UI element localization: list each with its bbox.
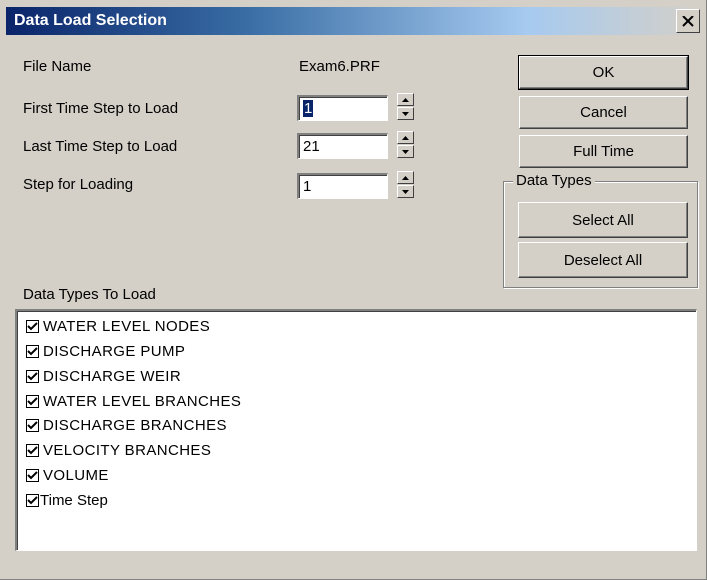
window-title: Data Load Selection	[14, 12, 167, 29]
close-icon	[682, 15, 694, 27]
arrow-up-icon	[402, 175, 409, 180]
checkmark-icon	[27, 420, 38, 429]
list-item-velocity-branches[interactable]: VELOCITY BRANCHES	[26, 440, 211, 460]
step-for-loading-input[interactable]: 1	[297, 173, 388, 199]
list-item-time-step[interactable]: Time Step	[26, 490, 108, 510]
checkbox[interactable]	[26, 394, 39, 408]
first-time-step-spin-down[interactable]	[397, 107, 414, 120]
step-for-loading-spin-down[interactable]	[397, 185, 414, 198]
checkmark-icon	[27, 346, 38, 355]
full-time-button[interactable]: Full Time	[519, 135, 688, 168]
deselect-all-button[interactable]: Deselect All	[518, 242, 688, 278]
checkmark-icon	[27, 396, 38, 405]
checkmark-icon	[27, 470, 38, 479]
checkmark-icon	[27, 321, 38, 330]
list-item-discharge-pump[interactable]: DISCHARGE PUMP	[26, 341, 185, 361]
list-item-water-level-nodes[interactable]: WATER LEVEL NODES	[26, 316, 210, 336]
data-types-to-load-label: Data Types To Load	[23, 286, 156, 303]
file-name-label: File Name	[23, 58, 92, 75]
last-time-step-spin-down[interactable]	[397, 145, 414, 158]
arrow-down-icon	[402, 111, 409, 116]
checkbox[interactable]	[26, 319, 39, 333]
data-types-group-title: Data Types	[513, 172, 595, 189]
ok-button[interactable]: OK	[518, 55, 689, 90]
checkbox[interactable]	[26, 468, 39, 482]
list-item-discharge-weir[interactable]: DISCHARGE WEIR	[26, 366, 181, 386]
select-all-button[interactable]: Select All	[518, 202, 688, 238]
data-load-selection-dialog: Data Load Selection File Name Exam6.PRF …	[0, 0, 707, 580]
close-button[interactable]	[676, 9, 700, 33]
arrow-down-icon	[402, 149, 409, 154]
list-item-volume[interactable]: VOLUME	[26, 465, 109, 485]
cancel-button[interactable]: Cancel	[519, 96, 688, 129]
data-types-listbox[interactable]: WATER LEVEL NODES DISCHARGE PUMP DISCHAR…	[15, 309, 697, 551]
step-for-loading-label: Step for Loading	[23, 176, 134, 193]
file-name-value: Exam6.PRF	[299, 58, 380, 75]
last-time-step-spin-up[interactable]	[397, 131, 414, 144]
arrow-down-icon	[402, 189, 409, 194]
checkbox[interactable]	[26, 493, 39, 507]
last-time-step-label: Last Time Step to Load	[23, 138, 178, 155]
arrow-up-icon	[402, 135, 409, 140]
checkbox[interactable]	[26, 344, 39, 358]
checkmark-icon	[27, 371, 38, 380]
last-time-step-input[interactable]: 21	[297, 133, 388, 159]
title-bar[interactable]: Data Load Selection	[6, 7, 700, 35]
list-item-water-level-branches[interactable]: WATER LEVEL BRANCHES	[26, 391, 241, 411]
checkmark-icon	[27, 495, 38, 504]
checkbox[interactable]	[26, 443, 39, 457]
first-time-step-input[interactable]: 1	[297, 95, 388, 121]
arrow-up-icon	[402, 97, 409, 102]
first-time-step-spin-up[interactable]	[397, 93, 414, 106]
checkmark-icon	[27, 445, 38, 454]
step-for-loading-spin-up[interactable]	[397, 171, 414, 184]
first-time-step-label: First Time Step to Load	[23, 100, 179, 117]
list-item-discharge-branches[interactable]: DISCHARGE BRANCHES	[26, 415, 227, 435]
checkbox[interactable]	[26, 369, 39, 383]
checkbox[interactable]	[26, 418, 39, 432]
